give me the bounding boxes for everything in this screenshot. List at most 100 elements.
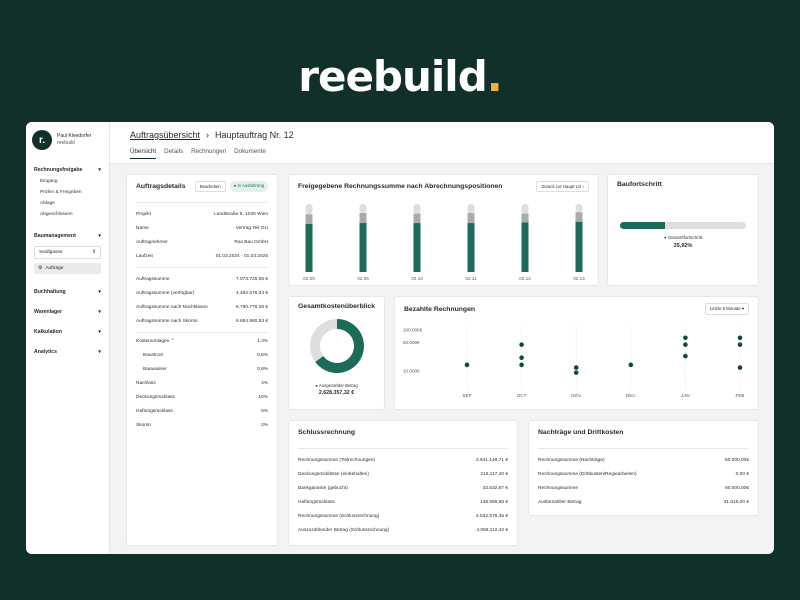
nav-abgeschlossen[interactable]: Abgeschlossen — [32, 209, 103, 220]
bar-segment[interactable] — [359, 223, 367, 272]
zurueck-button[interactable]: Zurück zur Haupt LG › — [536, 181, 589, 192]
scatter-chart: 100.000€ 50.000€ 10.000€ SEP OCT NOV DEC JAN FEB — [403, 327, 744, 398]
kostenumlagen-row[interactable]: Kostenumlagen ⌃ 1,3% — [127, 339, 277, 344]
bar-segment[interactable] — [575, 221, 583, 272]
bar-segment[interactable] — [305, 204, 313, 215]
nachtrag-value: 50.000,00€ — [724, 458, 749, 463]
scatter-point[interactable] — [464, 362, 470, 368]
bar-segment[interactable] — [413, 204, 421, 214]
bar-segment[interactable] — [575, 212, 583, 222]
tab-dokumente[interactable]: Dokumente — [234, 148, 266, 159]
nav-rechnungsfreigabe[interactable]: Rechnungsfreigabe ▾ — [32, 164, 103, 176]
sum-value: 7.073.725,05 € — [235, 277, 268, 282]
bar-segment[interactable] — [521, 213, 529, 223]
scatter-point[interactable] — [683, 353, 688, 359]
card-title: Schlussrechnung — [298, 429, 356, 436]
scatter-point[interactable] — [628, 362, 634, 368]
bar-segment[interactable] — [359, 204, 367, 213]
schluss-value: 2.541.148,71 € — [475, 458, 508, 463]
scatter-point[interactable] — [573, 370, 579, 375]
rate-value: 10% — [258, 395, 268, 400]
breadcrumb-auftragsuebersicht[interactable]: Auftragsübersicht — [130, 130, 200, 140]
bar-segment[interactable] — [413, 223, 421, 272]
bar-segment[interactable] — [521, 222, 529, 272]
scatter-point[interactable] — [519, 362, 524, 368]
donut-slice[interactable] — [310, 319, 338, 362]
project-select[interactable]: Seidlgasse ⇕ — [34, 246, 101, 259]
bar-segment[interactable] — [467, 223, 475, 272]
rate-value: 5% — [261, 409, 268, 414]
donut-legend: ● Ausgezahlter Betrag — [315, 383, 358, 388]
bezahlte-rechnungen-card: Bezahlte Rechnungen Letzte 6 Monate ▾ 10… — [394, 296, 759, 410]
y-tick-label: 100.000€ — [403, 328, 423, 333]
bar-segment[interactable] — [413, 213, 421, 224]
tab-uebersicht[interactable]: Übersicht — [130, 148, 157, 159]
nav-baumanagement[interactable]: Baumanagement ▾ — [32, 230, 103, 242]
rate-value: 4% — [261, 381, 268, 386]
kosten-row: Bauwasser 0,8% — [127, 367, 277, 372]
detail-label: Name — [136, 226, 149, 231]
bar-segment[interactable] — [359, 212, 367, 224]
sum-value: 4.482.576,34 € — [235, 291, 268, 296]
nav-ablage[interactable]: Ablage — [32, 198, 103, 209]
rate-label: Haftungsrücklass — [136, 409, 173, 414]
scatter-point[interactable] — [519, 355, 524, 361]
bar-segment[interactable] — [467, 212, 475, 224]
tab-bar: Übersicht Details Rechnungen Dokumente — [130, 148, 754, 159]
gear-icon: ⚙ — [38, 266, 43, 271]
chevron-right-icon: › — [206, 130, 210, 140]
scatter-point[interactable] — [519, 342, 524, 347]
detail-value: Rax Bau GmbH — [234, 240, 268, 245]
nav-auftraege[interactable]: ⚙ Aufträge — [34, 263, 101, 274]
period-select[interactable]: Letzte 6 Monate ▾ — [704, 303, 749, 315]
chevron-down-icon: ▾ — [98, 309, 101, 315]
nachtrag-label: Ausbezahlter Betrag — [538, 500, 582, 505]
auftragsdetails-card: Auftragsdetails Bearbeiten ● In Ausführu… — [126, 174, 278, 546]
nachtrag-row: Rechnungssumme (Drittkosten/Regiearbeite… — [529, 472, 758, 477]
nav-analytics[interactable]: Analytics ▾ — [32, 346, 103, 358]
chevron-updown-icon: ⇕ — [91, 250, 96, 255]
card-title: Nachträge und Drittkosten — [538, 429, 624, 436]
kosten-row: Baustrom 0,5% — [127, 353, 277, 358]
detail-row: Projekt Landstraße 5, 1030 Wien — [127, 212, 277, 217]
bar-segment[interactable] — [521, 204, 529, 214]
nav-warenlager[interactable]: Warenlager ▾ — [32, 306, 103, 318]
kosten-label: Baustrom — [143, 353, 164, 358]
user-company: reebuild — [57, 140, 75, 146]
nav-eingang[interactable]: Eingang — [32, 176, 103, 187]
detail-label: Laufzeit — [136, 254, 153, 259]
bar-segment[interactable] — [575, 204, 583, 213]
nav-buchhaltung[interactable]: Buchhaltung ▾ — [32, 286, 103, 298]
schluss-row: Rechnungssumme (Schlussrechnung) 4.532.57… — [289, 514, 517, 519]
scatter-point[interactable] — [683, 342, 688, 347]
x-tick-label: DEC — [626, 393, 636, 398]
tab-details[interactable]: Details — [164, 148, 183, 159]
progress-value: 35,92% — [673, 243, 693, 249]
chevron-down-icon: ▾ — [741, 306, 744, 311]
sum-label: Auftragssumme nach Nachlässen — [136, 305, 208, 310]
detail-value: Vertrag Teil GU — [235, 226, 268, 231]
bar-segment[interactable] — [305, 223, 313, 272]
scatter-point[interactable] — [737, 335, 743, 341]
scatter-point[interactable] — [573, 365, 579, 370]
nav-pruefen-freigeben[interactable]: Prüfen & Freigeben — [32, 187, 103, 198]
tab-rechnungen[interactable]: Rechnungen — [191, 148, 226, 159]
bar-segment[interactable] — [305, 214, 313, 224]
edit-button[interactable]: Bearbeiten — [194, 181, 226, 192]
detail-value: 01.03.2024 - 01.03.2025 — [215, 254, 268, 259]
page-title: Hauptauftrag Nr. 12 — [215, 130, 294, 140]
nachtrag-label: Rechnungssumme — [538, 486, 578, 491]
scatter-point[interactable] — [737, 365, 743, 370]
rate-value: 2% — [261, 423, 268, 428]
card-title: Freigegebene Rechnungssumme nach Abrechn… — [298, 183, 503, 190]
user-profile[interactable]: r. Paul Kleedorfer reebuild — [32, 130, 103, 150]
schluss-row: Auszuzahlender Betrag (Schlussrechnung) 4… — [289, 528, 517, 533]
scatter-point[interactable] — [737, 342, 743, 347]
detail-row: Name Vertrag Teil GU — [127, 226, 277, 231]
nav-kalkulation[interactable]: Kalkulation ▾ — [32, 326, 103, 338]
scatter-point[interactable] — [683, 335, 688, 341]
sum-value: 6.790.776,05 € — [235, 305, 268, 310]
bar-segment[interactable] — [467, 204, 475, 213]
donut-value: 2.628.357,32 € — [318, 390, 355, 396]
x-tick-label: 02.10 — [411, 276, 423, 281]
